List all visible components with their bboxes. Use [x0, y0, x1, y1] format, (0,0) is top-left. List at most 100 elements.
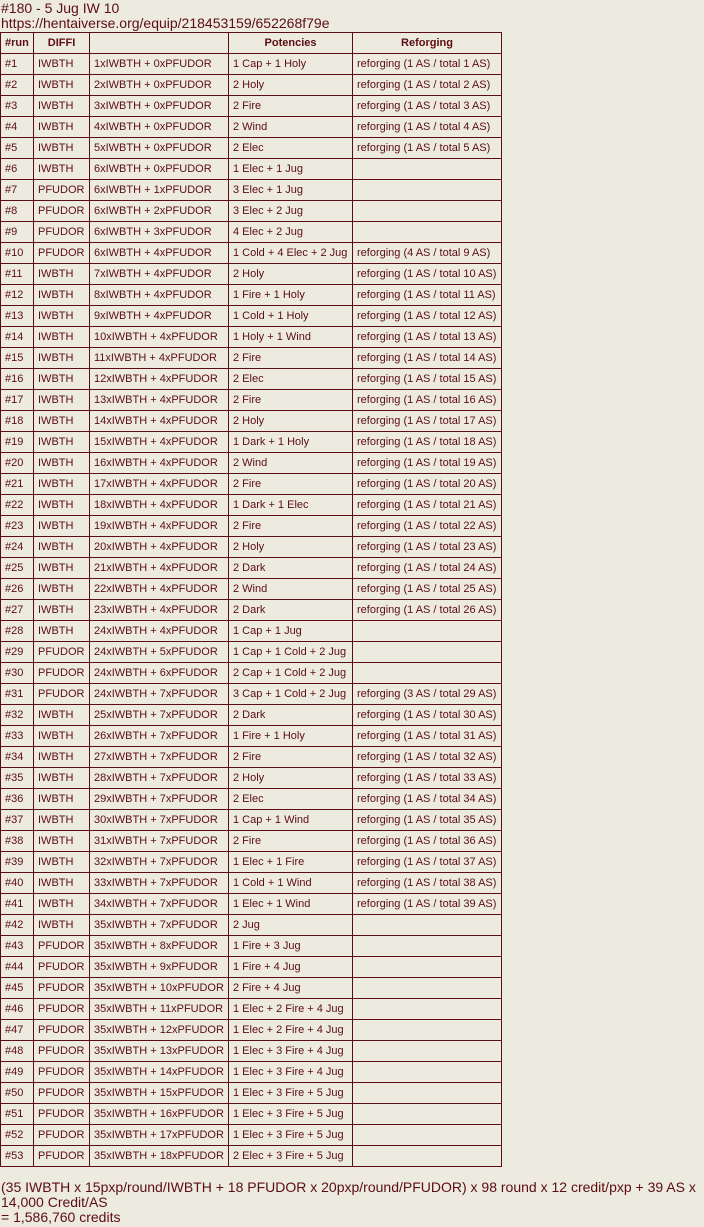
table-row: #44 PFUDOR 35xIWBTH + 9xPFUDOR 1 Fire + 4 J…: [0, 956, 502, 978]
table-row: #52 PFUDOR 35xIWBTH + 17xPFUDOR 1 Elec + 3 …: [0, 1124, 502, 1146]
cell-potencies: 1 Cold + 1 Wind: [228, 872, 353, 894]
cell-potencies: 3 Elec + 1 Jug: [228, 179, 353, 201]
cell-reforging: [352, 158, 502, 180]
cell-run-number: #20: [0, 452, 34, 474]
cell-difficulty: PFUDOR: [33, 221, 90, 243]
cell-composition: 33xIWBTH + 7xPFUDOR: [89, 872, 229, 894]
table-row: #24 IWBTH 20xIWBTH + 4xPFUDOR 2 Holy reforgi…: [0, 536, 502, 558]
table-row: #27 IWBTH 23xIWBTH + 4xPFUDOR 2 Dark reforgi…: [0, 599, 502, 621]
cell-difficulty: IWBTH: [33, 578, 90, 600]
cell-difficulty: IWBTH: [33, 893, 90, 915]
cell-reforging: reforging (1 AS / total 26 AS): [352, 599, 502, 621]
cell-run-number: #53: [0, 1145, 34, 1167]
cell-potencies: 2 Fire: [228, 389, 353, 411]
cell-run-number: #1: [0, 53, 34, 75]
cell-difficulty: IWBTH: [33, 137, 90, 159]
cell-difficulty: IWBTH: [33, 347, 90, 369]
cell-potencies: 2 Elec + 3 Fire + 5 Jug: [228, 1145, 353, 1167]
cell-potencies: 1 Cold + 1 Holy: [228, 305, 353, 327]
table-row: #46 PFUDOR 35xIWBTH + 11xPFUDOR 1 Elec + 2 …: [0, 998, 502, 1020]
cell-run-number: #35: [0, 767, 34, 789]
table-row: #38 IWBTH 31xIWBTH + 7xPFUDOR 2 Fire reforgi…: [0, 830, 502, 852]
cell-run-number: #19: [0, 431, 34, 453]
credit-result: = 1,586,760 credits: [1, 1209, 121, 1225]
cell-composition: 24xIWBTH + 4xPFUDOR: [89, 620, 229, 642]
cell-composition: 35xIWBTH + 15xPFUDOR: [89, 1082, 229, 1104]
cell-composition: 22xIWBTH + 4xPFUDOR: [89, 578, 229, 600]
cell-composition: 11xIWBTH + 4xPFUDOR: [89, 347, 229, 369]
cell-difficulty: IWBTH: [33, 326, 90, 348]
cell-run-number: #41: [0, 893, 34, 915]
cell-composition: 30xIWBTH + 7xPFUDOR: [89, 809, 229, 831]
cell-composition: 35xIWBTH + 9xPFUDOR: [89, 956, 229, 978]
table-row: #15 IWBTH 11xIWBTH + 4xPFUDOR 2 Fire reforgi…: [0, 347, 502, 369]
page: #180 - 5 Jug IW 10 https://hentaiverse.o…: [0, 0, 704, 1227]
credit-calculation: (35 IWBTH x 15pxp/round/IWBTH + 18 PFUDO…: [1, 1180, 701, 1225]
cell-run-number: #21: [0, 473, 34, 495]
cell-reforging: reforging (1 AS / total 16 AS): [352, 389, 502, 411]
cell-potencies: 1 Fire + 1 Holy: [228, 284, 353, 306]
cell-difficulty: PFUDOR: [33, 200, 90, 222]
table-row: #11 IWBTH 7xIWBTH + 4xPFUDOR 2 Holy reforgin…: [0, 263, 502, 285]
table-row: #21 IWBTH 17xIWBTH + 4xPFUDOR 2 Fire reforgi…: [0, 473, 502, 495]
cell-difficulty: IWBTH: [33, 788, 90, 810]
cell-run-number: #13: [0, 305, 34, 327]
cell-potencies: 2 Holy: [228, 410, 353, 432]
cell-reforging: [352, 1124, 502, 1146]
column-header-composition: [89, 32, 229, 54]
cell-reforging: reforging (4 AS / total 9 AS): [352, 242, 502, 264]
table-row: #3 IWBTH 3xIWBTH + 0xPFUDOR 2 Fire reforging…: [0, 95, 502, 117]
cell-difficulty: IWBTH: [33, 809, 90, 831]
cell-difficulty: PFUDOR: [33, 1124, 90, 1146]
cell-reforging: reforging (1 AS / total 20 AS): [352, 473, 502, 495]
cell-potencies: 3 Cap + 1 Cold + 2 Jug: [228, 683, 353, 705]
cell-reforging: [352, 977, 502, 999]
cell-difficulty: IWBTH: [33, 410, 90, 432]
cell-difficulty: IWBTH: [33, 830, 90, 852]
cell-potencies: 2 Cap + 1 Cold + 2 Jug: [228, 662, 353, 684]
cell-reforging: reforging (1 AS / total 15 AS): [352, 368, 502, 390]
cell-run-number: #16: [0, 368, 34, 390]
cell-composition: 6xIWBTH + 3xPFUDOR: [89, 221, 229, 243]
cell-reforging: reforging (1 AS / total 10 AS): [352, 263, 502, 285]
cell-run-number: #28: [0, 620, 34, 642]
cell-difficulty: IWBTH: [33, 389, 90, 411]
cell-reforging: reforging (1 AS / total 2 AS): [352, 74, 502, 96]
cell-difficulty: PFUDOR: [33, 683, 90, 705]
cell-difficulty: PFUDOR: [33, 662, 90, 684]
cell-difficulty: IWBTH: [33, 767, 90, 789]
cell-run-number: #37: [0, 809, 34, 831]
cell-reforging: reforging (1 AS / total 38 AS): [352, 872, 502, 894]
cell-reforging: [352, 1103, 502, 1125]
cell-run-number: #49: [0, 1061, 34, 1083]
cell-run-number: #25: [0, 557, 34, 579]
cell-composition: 32xIWBTH + 7xPFUDOR: [89, 851, 229, 873]
cell-composition: 19xIWBTH + 4xPFUDOR: [89, 515, 229, 537]
table-row: #49 PFUDOR 35xIWBTH + 14xPFUDOR 1 Elec + 3 …: [0, 1061, 502, 1083]
cell-composition: 24xIWBTH + 7xPFUDOR: [89, 683, 229, 705]
cell-potencies: 2 Wind: [228, 452, 353, 474]
cell-run-number: #44: [0, 956, 34, 978]
cell-potencies: 1 Fire + 4 Jug: [228, 956, 353, 978]
cell-potencies: 1 Holy + 1 Wind: [228, 326, 353, 348]
cell-difficulty: IWBTH: [33, 53, 90, 75]
cell-composition: 31xIWBTH + 7xPFUDOR: [89, 830, 229, 852]
table-row: #8 PFUDOR 6xIWBTH + 2xPFUDOR 3 Elec + 2 Jug: [0, 200, 502, 222]
equipment-url[interactable]: https://hentaiverse.org/equip/218453159/…: [0, 16, 704, 31]
table-row: #10 PFUDOR 6xIWBTH + 4xPFUDOR 1 Cold + 4 El…: [0, 242, 502, 264]
cell-run-number: #48: [0, 1040, 34, 1062]
cell-difficulty: IWBTH: [33, 620, 90, 642]
table-row: #28 IWBTH 24xIWBTH + 4xPFUDOR 1 Cap + 1 Jug: [0, 620, 502, 642]
table-row: #20 IWBTH 16xIWBTH + 4xPFUDOR 2 Wind reforgi…: [0, 452, 502, 474]
cell-composition: 26xIWBTH + 7xPFUDOR: [89, 725, 229, 747]
cell-difficulty: IWBTH: [33, 74, 90, 96]
cell-difficulty: IWBTH: [33, 116, 90, 138]
column-header-difficulty: DIFFI: [33, 32, 90, 54]
cell-composition: 21xIWBTH + 4xPFUDOR: [89, 557, 229, 579]
cell-difficulty: PFUDOR: [33, 935, 90, 957]
cell-run-number: #7: [0, 179, 34, 201]
cell-potencies: 1 Elec + 1 Fire: [228, 851, 353, 873]
table-row: #4 IWBTH 4xIWBTH + 0xPFUDOR 2 Wind reforging…: [0, 116, 502, 138]
cell-run-number: #31: [0, 683, 34, 705]
cell-composition: 10xIWBTH + 4xPFUDOR: [89, 326, 229, 348]
